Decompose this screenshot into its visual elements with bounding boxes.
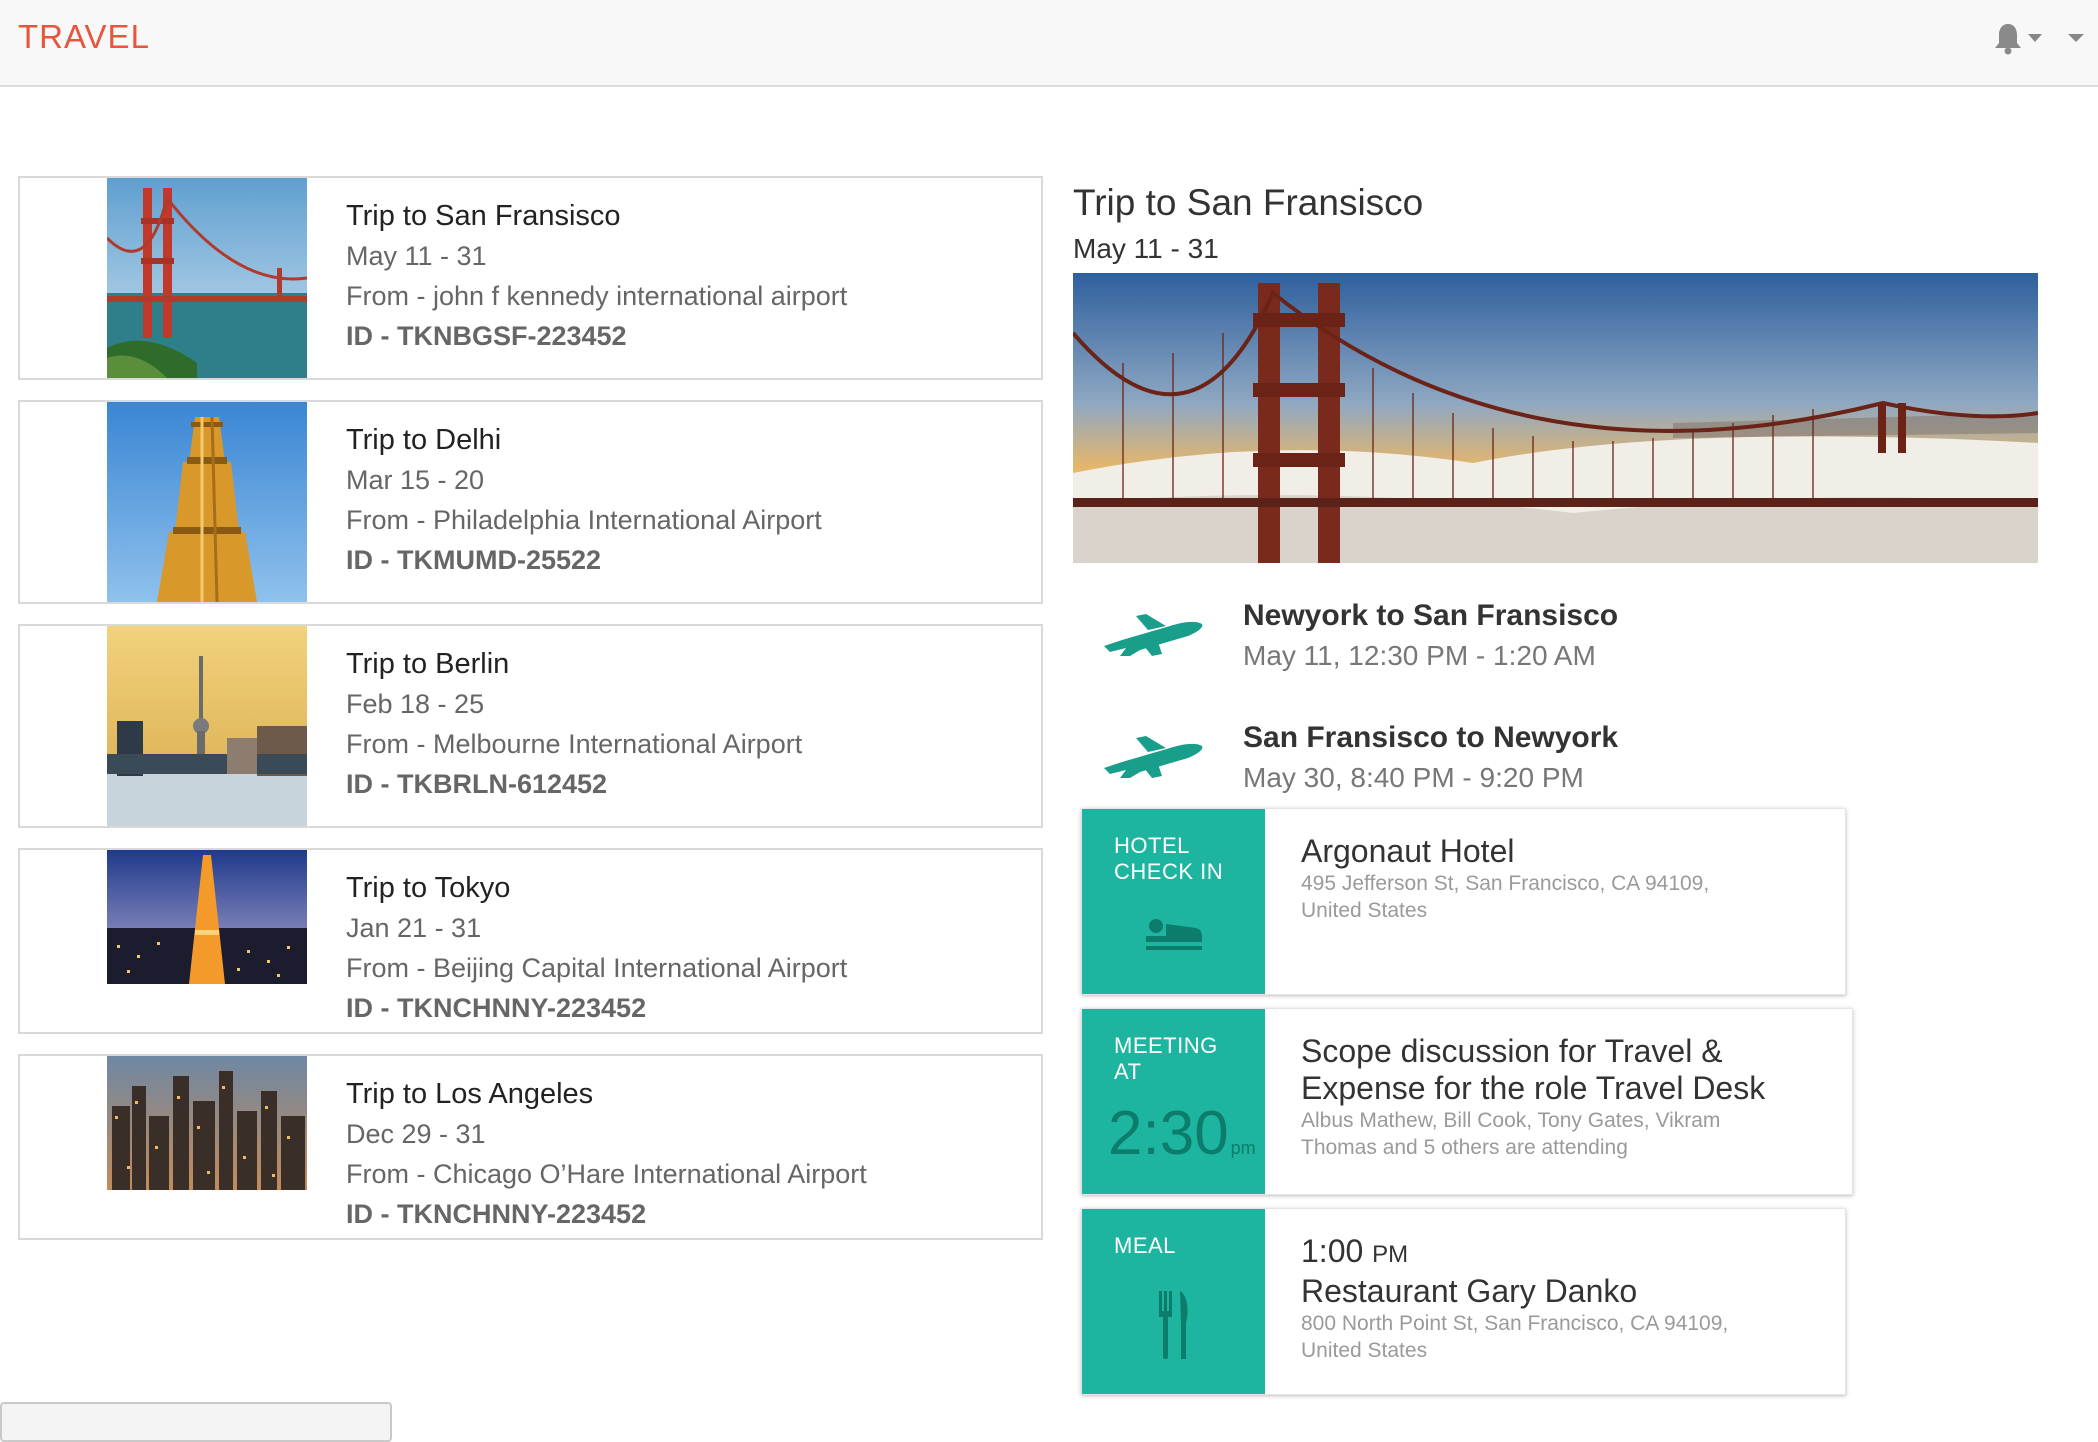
trip-title: Trip to Delhi — [346, 424, 502, 456]
restaurant-address: United States — [1301, 1339, 1428, 1362]
trip-title: Trip to San Fransisco — [346, 200, 621, 232]
meeting-title: Expense for the role Travel Desk — [1301, 1070, 1766, 1106]
trip-card[interactable]: Trip to San Fransisco May 11 - 31 From -… — [18, 176, 1043, 380]
trip-id: ID - TKNBGSF-223452 — [346, 321, 627, 351]
trip-card[interactable]: Trip to Los Angeles Dec 29 - 31 From - C… — [18, 1054, 1043, 1240]
event-type-panel: MEETING AT 2:30 pm — [1082, 1009, 1265, 1194]
trip-origin: From - Melbourne International Airport — [346, 729, 803, 759]
trip-origin: From - Beijing Capital International Air… — [346, 953, 848, 983]
flight-time: May 11, 12:30 PM - 1:20 AM — [1243, 640, 1596, 671]
event-type-label: CHECK IN — [1114, 859, 1224, 884]
trip-thumbnail-berlin — [107, 626, 307, 826]
meal-time: 1:00 PM — [1301, 1233, 1409, 1269]
meeting-attendees: Thomas and 5 others are attending — [1301, 1136, 1628, 1159]
hotel-address: United States — [1301, 899, 1428, 922]
detail-hero-image — [1073, 273, 2038, 563]
event-type-label: MEETING — [1114, 1033, 1218, 1058]
trip-card[interactable]: Trip to Delhi Mar 15 - 20 From - Philade… — [18, 400, 1043, 604]
trip-card[interactable]: Trip to Tokyo Jan 21 - 31 From - Beijing… — [18, 848, 1043, 1034]
airplane-icon — [1100, 606, 1210, 666]
hotel-name: Argonaut Hotel — [1301, 833, 1515, 869]
flight-route: Newyork to San Fransisco — [1243, 599, 1619, 632]
trip-dates: Dec 29 - 31 — [346, 1119, 486, 1149]
brand-logo[interactable]: TRAVEL — [18, 18, 150, 56]
trip-dates: May 11 - 31 — [346, 241, 487, 271]
meal-card[interactable]: MEAL 1:00 PM Restaurant Gary Danko 800 N… — [1081, 1208, 1846, 1395]
fork-knife-icon — [1156, 1289, 1192, 1361]
trip-origin: From - john f kennedy international airp… — [346, 281, 848, 311]
trip-id: ID - TKBRLN-612452 — [346, 769, 608, 799]
detail-title: Trip to San Fransisco — [1073, 182, 1424, 223]
airplane-icon — [1100, 728, 1210, 788]
event-type-label: HOTEL — [1114, 833, 1190, 858]
flight-route: San Fransisco to Newyork — [1243, 721, 1619, 754]
trip-origin: From - Chicago O’Hare International Airp… — [346, 1159, 867, 1189]
bottom-tab[interactable] — [0, 1402, 392, 1442]
trip-card[interactable]: Trip to Berlin Feb 18 - 25 From - Melbou… — [18, 624, 1043, 828]
hotel-checkin-card[interactable]: HOTEL CHECK IN Argonaut Hotel 495 Jeffer… — [1081, 808, 1846, 995]
trip-origin: From - Philadelphia International Airpor… — [346, 505, 822, 535]
trip-id: ID - TKNCHNNY-223452 — [346, 1199, 647, 1229]
restaurant-name: Restaurant Gary Danko — [1301, 1273, 1638, 1309]
trip-thumbnail-golden-gate — [107, 178, 307, 378]
flight-item[interactable]: Newyork to San Fransisco May 11, 12:30 P… — [1100, 596, 2000, 696]
flight-time: May 30, 8:40 PM - 9:20 PM — [1243, 762, 1584, 793]
meeting-attendees: Albus Mathew, Bill Cook, Tony Gates, Vik… — [1301, 1109, 1721, 1132]
trip-dates: Mar 15 - 20 — [346, 465, 485, 495]
trip-id: ID - TKNCHNNY-223452 — [346, 993, 647, 1023]
trip-title: Trip to Berlin — [346, 648, 510, 680]
trip-title: Trip to Tokyo — [346, 872, 511, 904]
bed-icon — [1142, 914, 1206, 954]
event-type-panel: HOTEL CHECK IN — [1082, 809, 1265, 994]
chevron-down-icon[interactable] — [2028, 34, 2042, 42]
event-type-label: AT — [1114, 1059, 1142, 1084]
event-type-label: MEAL — [1114, 1233, 1176, 1258]
event-type-panel: MEAL — [1082, 1209, 1265, 1394]
meeting-card[interactable]: MEETING AT 2:30 pm Scope discussion for T… — [1081, 1008, 1853, 1195]
trip-thumbnail-tokyo — [107, 850, 307, 984]
flight-item[interactable]: San Fransisco to Newyork May 30, 8:40 PM… — [1100, 718, 2000, 818]
trip-thumbnail-qutub-minar — [107, 402, 307, 602]
hotel-address: 495 Jefferson St, San Francisco, CA 9410… — [1301, 872, 1710, 895]
chevron-down-icon[interactable] — [2068, 34, 2084, 42]
trip-dates: Feb 18 - 25 — [346, 689, 485, 719]
restaurant-address: 800 North Point St, San Francisco, CA 94… — [1301, 1312, 1729, 1335]
meeting-time: 2:30 pm — [1108, 1099, 1256, 1168]
trip-dates: Jan 21 - 31 — [346, 913, 482, 943]
detail-dates: May 11 - 31 — [1073, 233, 1219, 264]
trip-id: ID - TKMUMD-25522 — [346, 545, 602, 575]
trip-title: Trip to Los Angeles — [346, 1078, 594, 1110]
meeting-title: Scope discussion for Travel & — [1301, 1033, 1723, 1069]
bell-icon[interactable] — [1990, 20, 2026, 56]
top-bar: TRAVEL — [0, 0, 2098, 87]
trip-thumbnail-skyline — [107, 1056, 307, 1190]
